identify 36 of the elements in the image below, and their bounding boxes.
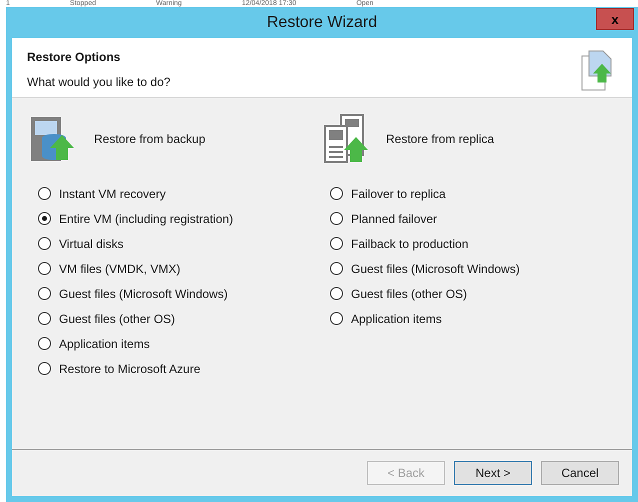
radio-button[interactable] xyxy=(330,287,343,300)
radio-button[interactable] xyxy=(38,262,51,275)
radio-option[interactable]: VM files (VMDK, VMX) xyxy=(38,256,322,281)
radio-button[interactable] xyxy=(38,362,51,375)
page-subtitle: What would you like to do? xyxy=(27,74,170,91)
radio-option[interactable]: Virtual disks xyxy=(38,231,322,256)
window-title: Restore Wizard xyxy=(266,12,378,32)
radio-option[interactable]: Restore to Microsoft Azure xyxy=(38,356,322,381)
close-button[interactable]: x xyxy=(596,8,634,30)
page-title: Restore Options xyxy=(27,49,122,66)
radio-option[interactable]: Failback to production xyxy=(330,231,614,256)
group-title: Restore from backup xyxy=(94,131,206,148)
radio-button[interactable] xyxy=(330,212,343,225)
radio-option[interactable]: Planned failover xyxy=(330,206,614,231)
radio-button[interactable] xyxy=(38,337,51,350)
group-title: Restore from replica xyxy=(386,131,494,148)
radio-option[interactable]: Guest files (other OS) xyxy=(38,306,322,331)
radio-button[interactable] xyxy=(330,312,343,325)
radio-option[interactable]: Instant VM recovery xyxy=(38,181,322,206)
wizard-button[interactable]: Next > xyxy=(454,461,532,485)
radio-button[interactable] xyxy=(330,262,343,275)
radio-option[interactable]: Entire VM (including registration) xyxy=(38,206,322,231)
radio-option[interactable]: Application items xyxy=(38,331,322,356)
radio-option[interactable]: Guest files (Microsoft Windows) xyxy=(38,281,322,306)
radio-option[interactable]: Application items xyxy=(330,306,614,331)
radio-button[interactable] xyxy=(330,237,343,250)
radio-option[interactable]: Guest files (Microsoft Windows) xyxy=(330,256,614,281)
radio-button[interactable] xyxy=(38,312,51,325)
radio-button[interactable] xyxy=(38,287,51,300)
radio-button[interactable] xyxy=(38,187,51,200)
wizard-button[interactable]: Cancel xyxy=(541,461,619,485)
radio-button[interactable] xyxy=(38,212,51,225)
radio-button[interactable] xyxy=(330,187,343,200)
radio-option[interactable]: Failover to replica xyxy=(330,181,614,206)
radio-option[interactable]: Guest files (other OS) xyxy=(330,281,614,306)
radio-button[interactable] xyxy=(38,237,51,250)
